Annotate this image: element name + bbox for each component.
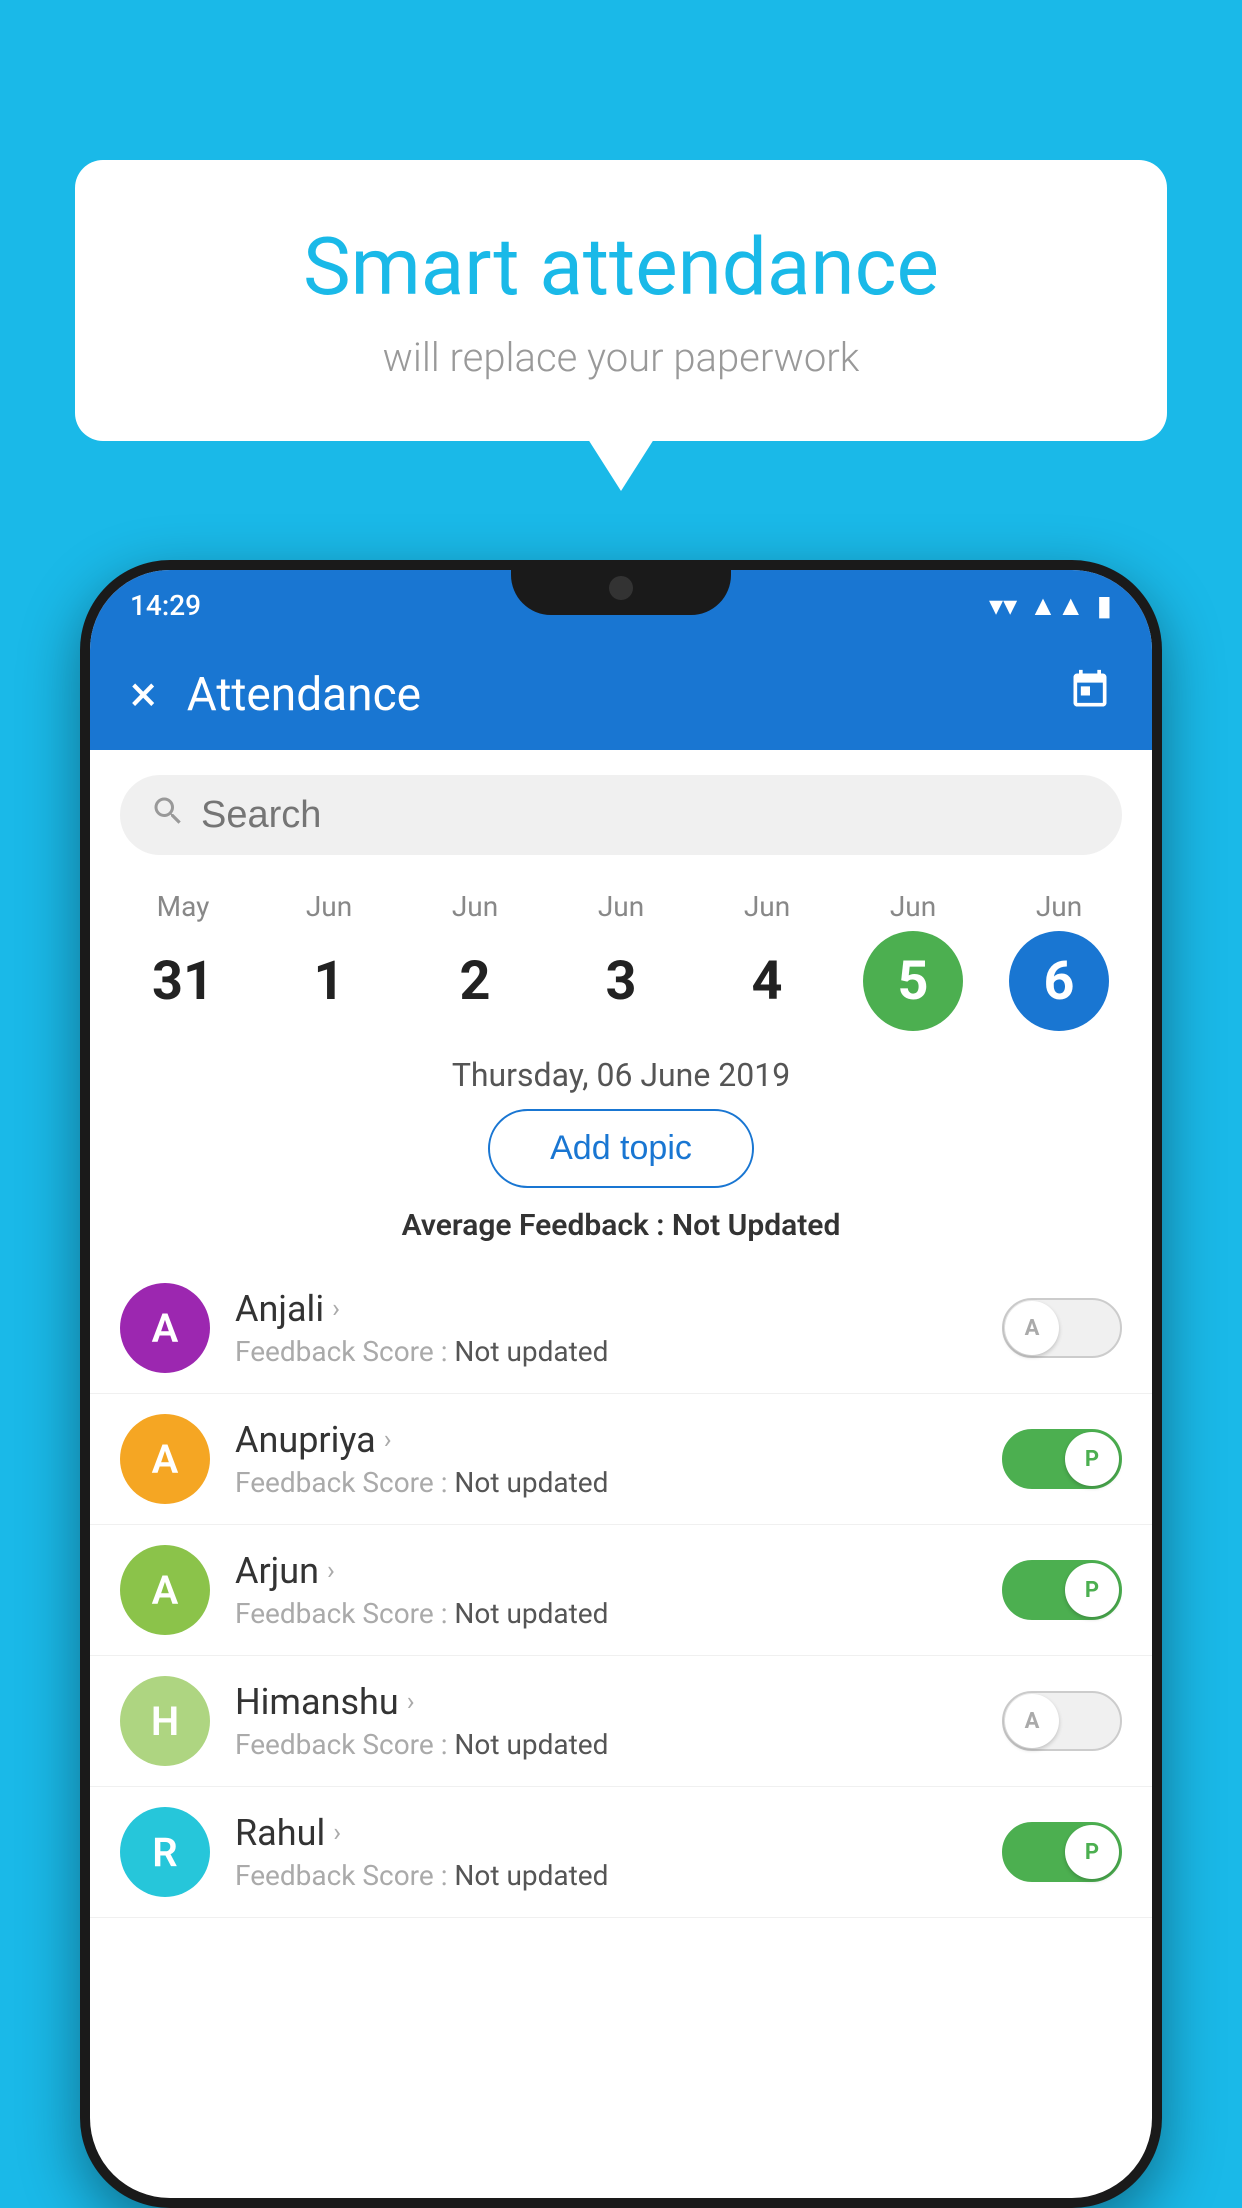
battery-icon: ▮ — [1097, 589, 1112, 622]
student-info: Himanshu › Feedback Score : Not updated — [235, 1681, 977, 1761]
student-item[interactable]: R Rahul › Feedback Score : Not updated P — [90, 1787, 1152, 1918]
calendar-day[interactable]: Jun 5 — [863, 890, 963, 1031]
attendance-toggle[interactable]: A — [1002, 1298, 1122, 1358]
avg-feedback-value: Not Updated — [672, 1208, 840, 1243]
calendar-date[interactable]: 3 — [571, 931, 671, 1031]
student-name: Arjun › — [235, 1550, 977, 1592]
phone-screen: 14:29 ▾▾ ▲▲ ▮ × Attendance — [90, 570, 1152, 2198]
toggle-thumb: P — [1065, 1432, 1119, 1486]
calendar-day[interactable]: May 31 — [133, 890, 233, 1031]
student-feedback-score: Feedback Score : Not updated — [235, 1859, 977, 1892]
calendar-day[interactable]: Jun 6 — [1009, 890, 1109, 1031]
calendar-date[interactable]: 4 — [717, 931, 817, 1031]
student-avatar: R — [120, 1807, 210, 1897]
speech-bubble-title: Smart attendance — [145, 220, 1097, 314]
toggle-thumb: A — [1005, 1694, 1059, 1748]
calendar-month: May — [157, 890, 210, 923]
selected-date: Thursday, 06 June 2019 — [90, 1056, 1152, 1094]
student-feedback-score: Feedback Score : Not updated — [235, 1335, 977, 1368]
toggle-thumb: A — [1005, 1301, 1059, 1355]
calendar-date[interactable]: 31 — [133, 931, 233, 1031]
calendar-month: Jun — [890, 890, 936, 923]
calendar-day[interactable]: Jun 1 — [279, 890, 379, 1031]
chevron-right-icon: › — [333, 1818, 341, 1848]
student-info: Anjali › Feedback Score : Not updated — [235, 1288, 977, 1368]
avg-feedback-label: Average Feedback : — [402, 1208, 672, 1243]
wifi-icon: ▾▾ — [989, 589, 1017, 622]
average-feedback: Average Feedback : Not Updated — [90, 1208, 1152, 1243]
toggle-thumb: P — [1065, 1563, 1119, 1617]
speech-bubble: Smart attendance will replace your paper… — [75, 160, 1167, 441]
attendance-toggle[interactable]: P — [1002, 1429, 1122, 1489]
calendar-day[interactable]: Jun 3 — [571, 890, 671, 1031]
signal-icon: ▲▲ — [1029, 589, 1084, 622]
toggle-thumb: P — [1065, 1825, 1119, 1879]
status-icons: ▾▾ ▲▲ ▮ — [989, 589, 1112, 622]
chevron-right-icon: › — [327, 1556, 335, 1586]
student-avatar: A — [120, 1414, 210, 1504]
student-name: Himanshu › — [235, 1681, 977, 1723]
student-list: AAnjali ›Feedback Score : Not updatedAAA… — [90, 1263, 1152, 1918]
attendance-toggle[interactable]: P — [1002, 1822, 1122, 1882]
phone-frame: 14:29 ▾▾ ▲▲ ▮ × Attendance — [80, 560, 1162, 2208]
student-info: Anupriya › Feedback Score : Not updated — [235, 1419, 977, 1499]
calendar-date[interactable]: 2 — [425, 931, 525, 1031]
student-item[interactable]: A Arjun › Feedback Score : Not updated P — [90, 1525, 1152, 1656]
speech-bubble-subtitle: will replace your paperwork — [145, 334, 1097, 381]
phone-notch — [511, 560, 731, 615]
chevron-right-icon: › — [407, 1687, 415, 1717]
attendance-toggle[interactable]: A — [1002, 1691, 1122, 1751]
student-item[interactable]: H Himanshu › Feedback Score : Not updated A — [90, 1656, 1152, 1787]
student-avatar: A — [120, 1283, 210, 1373]
search-input[interactable] — [201, 794, 1092, 837]
student-feedback-score: Feedback Score : Not updated — [235, 1466, 977, 1499]
student-info: Rahul › Feedback Score : Not updated — [235, 1812, 977, 1892]
calendar-icon[interactable] — [1068, 668, 1112, 722]
chevron-right-icon: › — [384, 1425, 392, 1455]
calendar-month: Jun — [744, 890, 790, 923]
calendar-date[interactable]: 1 — [279, 931, 379, 1031]
close-button[interactable]: × — [130, 666, 157, 724]
speech-bubble-container: Smart attendance will replace your paper… — [75, 160, 1167, 441]
student-item[interactable]: A Anupriya › Feedback Score : Not updated P — [90, 1394, 1152, 1525]
add-topic-button[interactable]: Add topic — [488, 1109, 754, 1188]
search-bar[interactable] — [120, 775, 1122, 855]
student-avatar: A — [120, 1545, 210, 1635]
app-header: × Attendance — [90, 640, 1152, 750]
calendar-strip: May 31 Jun 1 Jun 2 Jun 3 Jun 4 Jun 5 Jun 6 — [90, 880, 1152, 1031]
student-name: Anupriya › — [235, 1419, 977, 1461]
calendar-date[interactable]: 5 — [863, 931, 963, 1031]
status-time: 14:29 — [130, 589, 201, 622]
student-feedback-score: Feedback Score : Not updated — [235, 1597, 977, 1630]
student-name: Rahul › — [235, 1812, 977, 1854]
student-item[interactable]: A Anjali › Feedback Score : Not updated A — [90, 1263, 1152, 1394]
calendar-month: Jun — [1036, 890, 1082, 923]
student-info: Arjun › Feedback Score : Not updated — [235, 1550, 977, 1630]
student-name: Anjali › — [235, 1288, 977, 1330]
calendar-day[interactable]: Jun 2 — [425, 890, 525, 1031]
calendar-month: Jun — [598, 890, 644, 923]
calendar-date[interactable]: 6 — [1009, 931, 1109, 1031]
attendance-toggle[interactable]: P — [1002, 1560, 1122, 1620]
student-feedback-score: Feedback Score : Not updated — [235, 1728, 977, 1761]
calendar-month: Jun — [452, 890, 498, 923]
search-icon — [150, 793, 186, 838]
page-title: Attendance — [187, 668, 1068, 722]
calendar-day[interactable]: Jun 4 — [717, 890, 817, 1031]
front-camera — [609, 576, 633, 600]
calendar-month: Jun — [306, 890, 352, 923]
chevron-right-icon: › — [332, 1294, 340, 1324]
student-avatar: H — [120, 1676, 210, 1766]
